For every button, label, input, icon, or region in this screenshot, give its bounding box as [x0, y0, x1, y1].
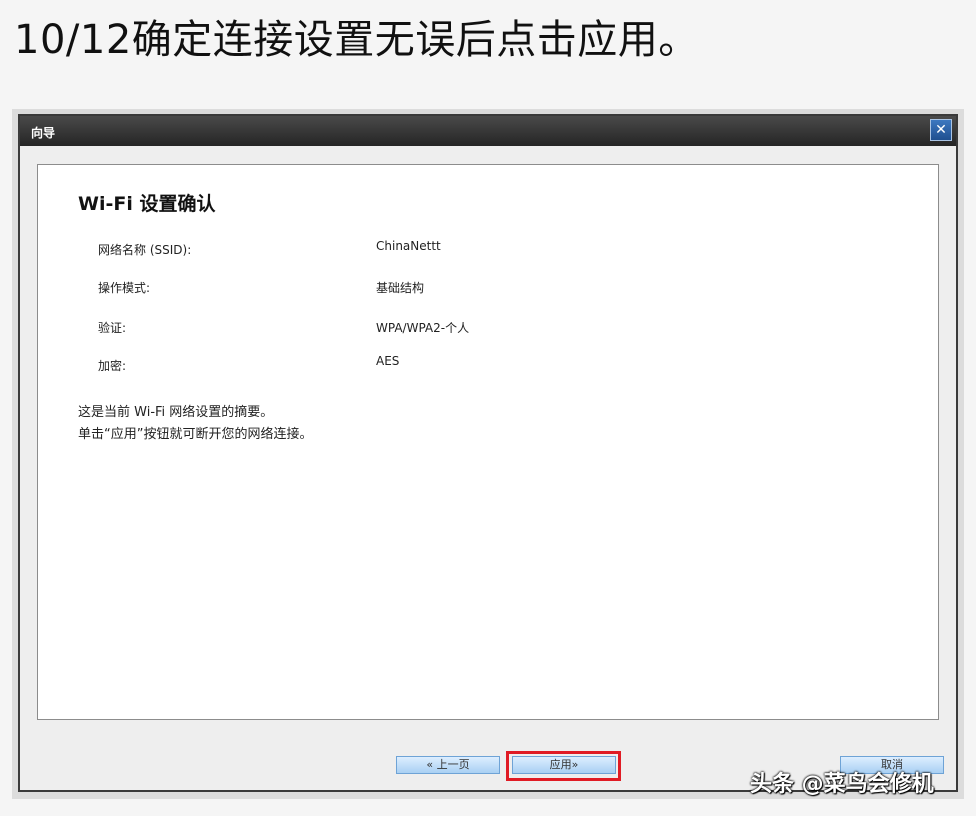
step-caption: 10/12确定连接设置无误后点击应用。 [14, 17, 699, 63]
section-heading: Wi-Fi 设置确认 [78, 193, 216, 215]
encryption-value: AES [376, 354, 400, 368]
watermark: 头条 @菜鸟会修机 [750, 772, 934, 797]
mode-label: 操作模式: [98, 281, 151, 295]
auth-label: 验证: [98, 321, 127, 335]
auth-value: WPA/WPA2-个人 [376, 321, 470, 335]
title-bar: 向导 ✕ [20, 116, 956, 146]
prev-button[interactable]: « 上一页 [396, 756, 500, 774]
ssid-label: 网络名称 (SSID): [98, 243, 192, 257]
summary-line-1: 这是当前 Wi-Fi 网络设置的摘要。 [78, 405, 274, 420]
mode-value: 基础结构 [376, 281, 425, 295]
ssid-value: ChinaNettt [376, 239, 441, 253]
wizard-window: 向导 ✕ Wi-Fi 设置确认 网络名称 (SSID): ChinaNettt … [18, 114, 958, 792]
summary-line-2: 单击“应用”按钮就可断开您的网络连接。 [78, 427, 313, 442]
apply-highlight-box [506, 751, 621, 781]
close-button[interactable]: ✕ [930, 119, 952, 141]
content-panel: Wi-Fi 设置确认 网络名称 (SSID): ChinaNettt 操作模式:… [37, 164, 939, 720]
window-title: 向导 [31, 126, 56, 140]
close-icon: ✕ [935, 122, 947, 138]
encryption-label: 加密: [98, 359, 127, 373]
